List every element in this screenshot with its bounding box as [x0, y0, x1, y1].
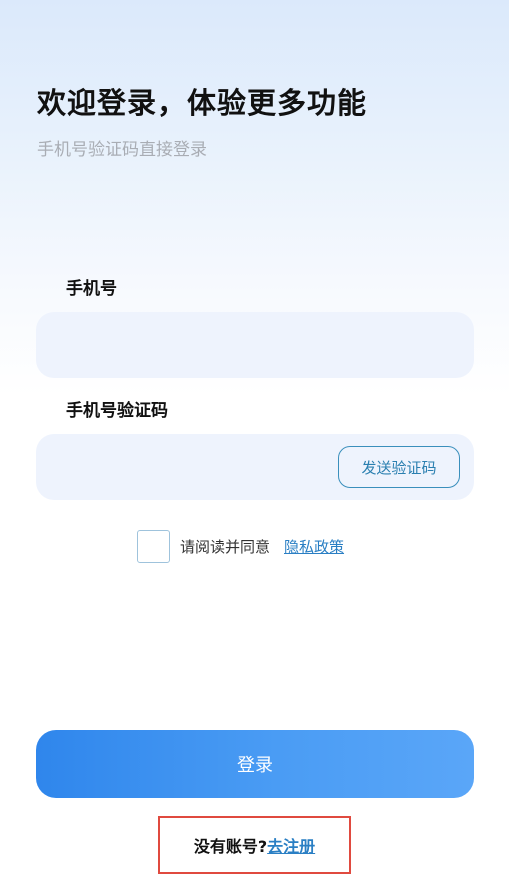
agreement-checkbox[interactable]	[137, 529, 170, 563]
privacy-policy-link[interactable]: 隐私政策	[284, 536, 344, 557]
no-account-text: 没有账号?	[193, 837, 268, 856]
phone-label: 手机号	[66, 279, 117, 299]
agreement-text: 请阅读并同意	[180, 537, 271, 556]
send-code-button[interactable]: 发送验证码	[338, 446, 460, 488]
phone-field-container	[36, 312, 474, 378]
register-link[interactable]: 去注册	[267, 833, 315, 857]
verification-code-label: 手机号验证码	[66, 401, 168, 421]
login-button[interactable]: 登录	[36, 730, 474, 798]
verification-code-field-container: 发送验证码	[36, 434, 474, 500]
phone-input[interactable]	[36, 312, 474, 378]
page-subtitle: 手机号验证码直接登录	[37, 140, 207, 160]
page-title: 欢迎登录，体验更多功能	[37, 86, 368, 120]
agreement-row: 请阅读并同意 隐私政策	[137, 528, 344, 564]
verification-code-input[interactable]	[36, 434, 336, 500]
register-prompt: 没有账号? 去注册	[158, 816, 351, 874]
